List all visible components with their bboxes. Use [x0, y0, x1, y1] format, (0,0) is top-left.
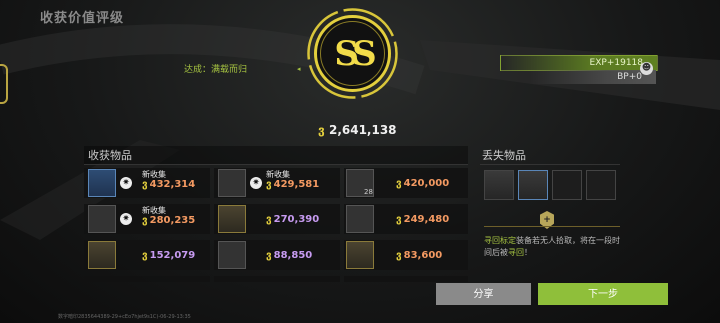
- currency-coin-icon: ვ: [396, 250, 402, 261]
- item-thumbnail: [218, 205, 246, 233]
- total-value-amount: 2,641,138: [328, 123, 397, 137]
- page-title: 收获价值评级: [40, 11, 125, 26]
- total-value: ვ 2,641,138: [318, 123, 397, 137]
- currency-coin-icon: ვ: [266, 250, 272, 261]
- item-thumbnail: [218, 169, 246, 197]
- collected-row-partial: [84, 276, 468, 282]
- item-quantity: 28: [364, 188, 373, 196]
- currency-coin-icon: ვ: [266, 214, 272, 225]
- collected-item[interactable]: 28 ვ 420,000: [344, 168, 468, 198]
- rating-emblem: SS: [307, 8, 398, 99]
- item-thumbnail: [88, 169, 116, 197]
- currency-coin-icon: ვ: [142, 215, 148, 226]
- item-price: ვ 420,000: [396, 178, 450, 189]
- item-price: ვ 270,390: [266, 214, 320, 225]
- user-avatar-icon: ☻: [640, 62, 653, 75]
- collected-row: ✷ 新收集 ვ 432,314 ✷ 新收集 ვ 429,581 28 ვ 420,00…: [84, 168, 468, 198]
- gear-icon: ✷: [250, 177, 262, 189]
- bp-gain-text: BP+0: [617, 72, 642, 82]
- collected-item[interactable]: ✷ 新收集 ვ 280,235: [84, 204, 210, 234]
- lost-items-title: 丢失物品: [482, 149, 526, 162]
- item-thumbnail: [346, 205, 374, 233]
- currency-coin-icon: ვ: [266, 179, 272, 190]
- item-thumbnail: [88, 205, 116, 233]
- exp-gain-bar: EXP+19118: [500, 55, 658, 71]
- collected-item[interactable]: ✷ 新收集 ვ 432,314: [84, 168, 210, 198]
- retrieve-notice: 寻回标定装备若无人拾取，将在一段时间后被寻回！: [484, 236, 620, 257]
- collected-item[interactable]: ვ 270,390: [214, 204, 340, 234]
- item-price: ვ 152,079: [142, 250, 196, 261]
- collected-item[interactable]: ვ 152,079: [84, 240, 210, 270]
- currency-coin-icon: ვ: [396, 214, 402, 225]
- lost-item-slot[interactable]: [586, 170, 616, 200]
- rating-grade-text: SS: [334, 34, 375, 74]
- collected-item[interactable]: ✷ 新收集 ვ 429,581: [214, 168, 340, 198]
- item-price: ვ 280,235: [142, 215, 196, 226]
- retrieve-divider: [484, 226, 620, 227]
- bp-gain-bar: BP+0: [530, 70, 656, 84]
- footer-watermark: 数字暗印2835644389-29+cEo7hjet9s1C)-06-29-13…: [58, 314, 191, 320]
- gear-icon: ✷: [120, 177, 132, 189]
- item-thumbnail: [218, 241, 246, 269]
- collected-items-header: 收获物品: [84, 146, 468, 165]
- lost-item-slot[interactable]: [484, 170, 514, 200]
- item-price: ვ 88,850: [266, 250, 313, 261]
- currency-coin-icon: ვ: [396, 178, 402, 189]
- item-price: ვ 83,600: [396, 250, 443, 261]
- collected-item[interactable]: ვ 83,600: [344, 240, 468, 270]
- achievement-arrow-icon: ◂: [297, 65, 301, 73]
- gear-icon: ✷: [120, 213, 132, 225]
- item-price: ვ 249,480: [396, 214, 450, 225]
- currency-coin-icon: ვ: [142, 179, 148, 190]
- next-step-button[interactable]: 下一步: [538, 283, 668, 305]
- item-price: ვ 432,314: [142, 179, 196, 190]
- item-thumbnail: [88, 241, 116, 269]
- achievement-label: 达成：满载而归: [184, 65, 248, 75]
- exp-gain-text: EXP+19118: [589, 58, 643, 68]
- lost-items-header: 丢失物品: [480, 146, 620, 165]
- collected-items-title: 收获物品: [88, 149, 132, 162]
- side-tab-handle[interactable]: [0, 64, 8, 104]
- collected-item[interactable]: ვ 88,850: [214, 240, 340, 270]
- lost-item-slot[interactable]: [552, 170, 582, 200]
- share-button[interactable]: 分享: [436, 283, 531, 305]
- collected-row: ✷ 新收集 ვ 280,235 ვ 270,390 ვ 249,480: [84, 204, 468, 234]
- collected-row: ვ 152,079 ვ 88,850 ვ 83,600: [84, 240, 468, 270]
- currency-coin-icon: ვ: [318, 123, 325, 137]
- item-price: ვ 429,581: [266, 179, 320, 190]
- lost-item-slot[interactable]: [518, 170, 548, 200]
- currency-coin-icon: ვ: [142, 250, 148, 261]
- item-thumbnail: [346, 241, 374, 269]
- collected-item[interactable]: ვ 249,480: [344, 204, 468, 234]
